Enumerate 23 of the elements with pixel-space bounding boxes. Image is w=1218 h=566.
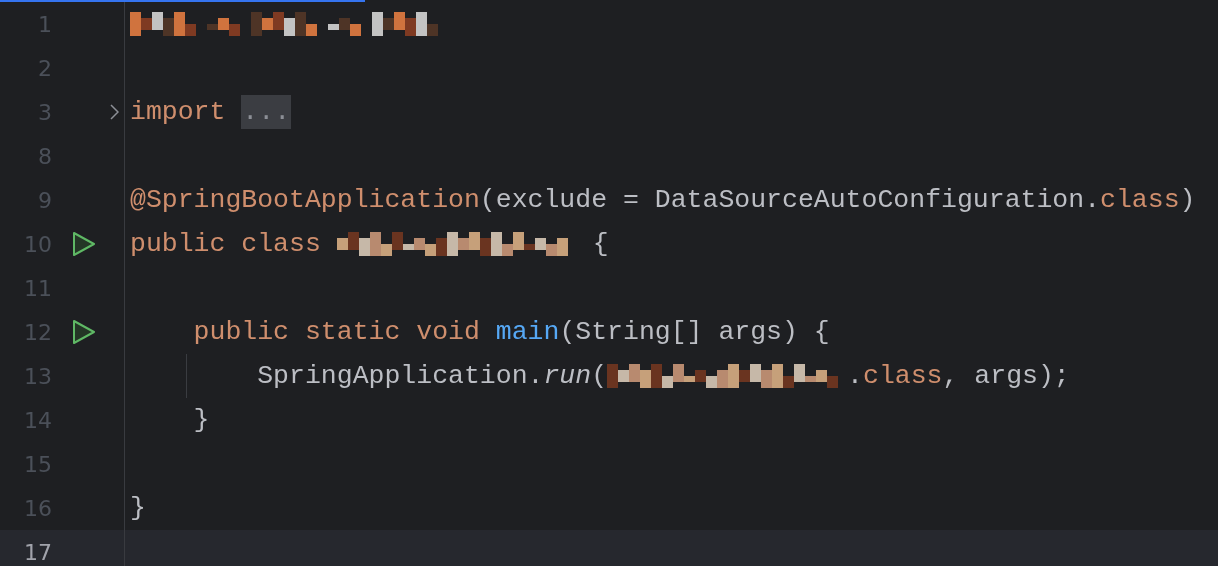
- code-token: public class: [130, 228, 322, 261]
- expand-chevron-icon[interactable]: [109, 104, 119, 120]
- code-token: (exclude = DataSourceAutoConfiguration.: [479, 184, 1101, 217]
- code-token: @SpringBootApplication: [130, 184, 480, 217]
- code-token: , args);: [942, 360, 1070, 393]
- code-token: }: [130, 492, 146, 525]
- code-token: }: [192, 404, 210, 437]
- code-token: main: [495, 316, 560, 349]
- code-token: {: [591, 228, 609, 261]
- code-token: (: [591, 360, 608, 393]
- code-token: (String[] args) {: [559, 316, 830, 349]
- code-token: .: [847, 360, 863, 393]
- code-token: public static void: [192, 316, 481, 349]
- run-icon[interactable]: [72, 319, 96, 345]
- folded-code-placeholder[interactable]: ...: [241, 95, 292, 129]
- run-icon[interactable]: [72, 231, 96, 257]
- code-token: ): [1179, 184, 1196, 217]
- line-number: 17: [23, 539, 52, 565]
- code-token: SpringApplication.: [256, 360, 544, 393]
- code-token: run: [543, 360, 592, 393]
- code-token: class: [1100, 184, 1180, 217]
- code-token: class: [863, 360, 943, 393]
- code-token: import: [130, 96, 227, 129]
